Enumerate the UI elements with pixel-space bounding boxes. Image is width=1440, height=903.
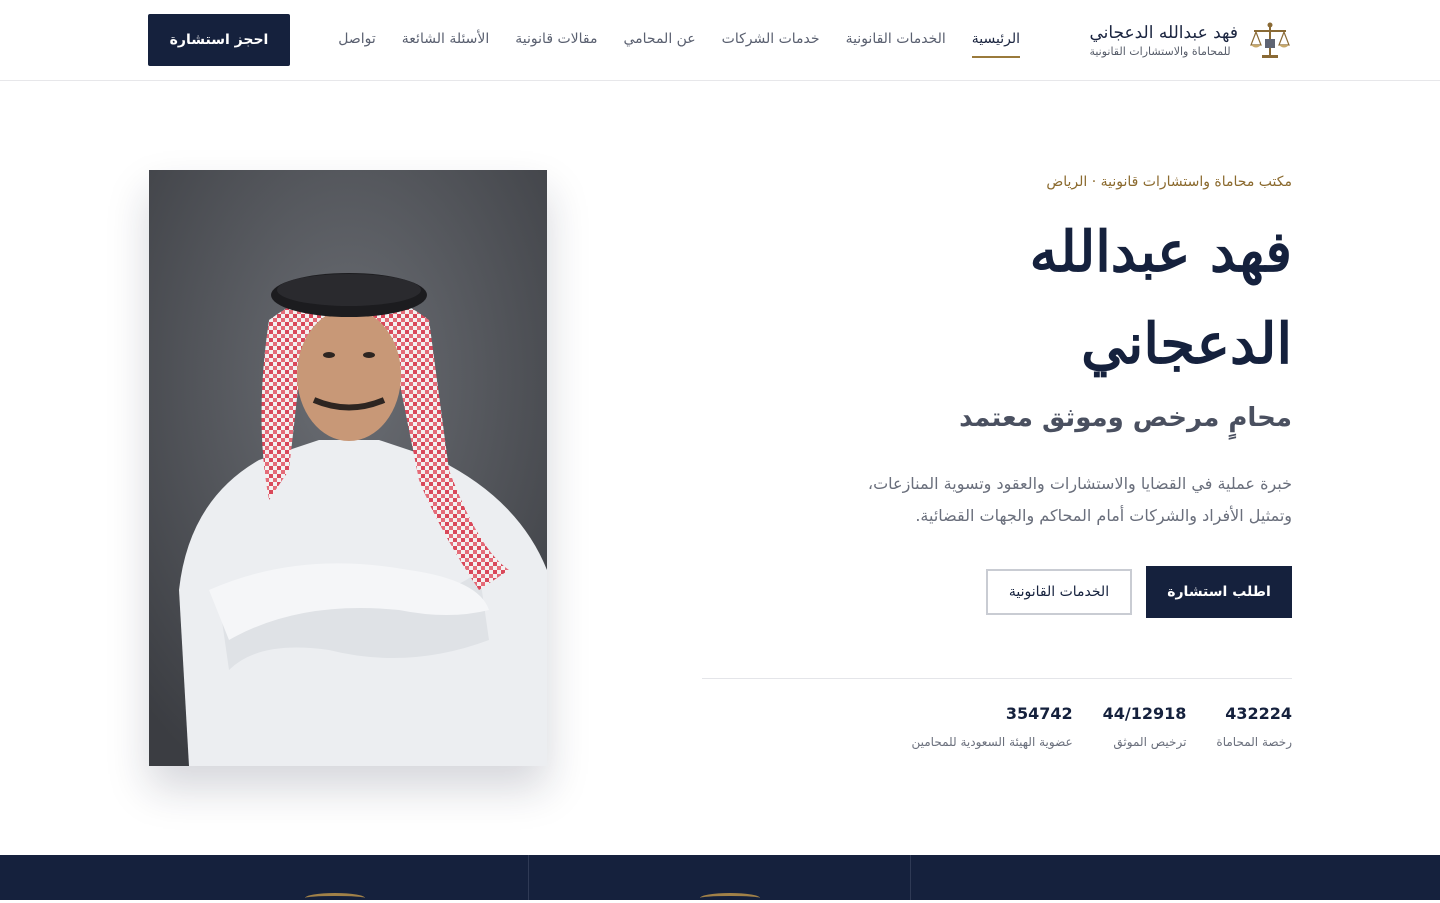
legal-services-button[interactable]: الخدمات القانونية bbox=[986, 569, 1132, 615]
band-divider bbox=[910, 855, 911, 900]
main-nav: الرئيسية الخدمات القانونية خدمات الشركات… bbox=[338, 28, 1020, 58]
band-accent bbox=[700, 893, 760, 903]
brand-subtitle: للمحاماة والاستشارات القانونية bbox=[1089, 45, 1231, 58]
site-header: فهد عبدالله الدعجاني للمحاماة والاستشارا… bbox=[0, 0, 1440, 81]
stat-label: رخصة المحاماة bbox=[1216, 735, 1292, 749]
stat-label: ترخيص الموثق bbox=[1113, 735, 1187, 749]
book-consultation-button[interactable]: احجز استشارة bbox=[148, 14, 290, 66]
stat-value: 354742 bbox=[1005, 704, 1073, 723]
band-accent bbox=[305, 893, 365, 903]
nav-item-about[interactable]: عن المحامي bbox=[623, 28, 695, 58]
stat-notary-license: 44/12918 ترخيص الموثق bbox=[1103, 700, 1187, 752]
stat-value: 432224 bbox=[1225, 704, 1292, 723]
brand-name: فهد عبدالله الدعجاني bbox=[1089, 23, 1238, 43]
stat-value: 44/12918 bbox=[1102, 704, 1187, 723]
nav-item-corporate-services[interactable]: خدمات الشركات bbox=[722, 28, 820, 58]
nav-item-contact[interactable]: تواصل bbox=[338, 28, 376, 58]
portrait-image bbox=[149, 170, 547, 766]
nav-item-faq[interactable]: الأسئلة الشائعة bbox=[402, 28, 490, 58]
stat-label: عضوية الهيئة السعودية للمحامين bbox=[911, 735, 1073, 749]
nav-item-home[interactable]: الرئيسية bbox=[971, 28, 1020, 58]
lawyer-portrait bbox=[149, 170, 547, 766]
scales-of-justice-icon bbox=[1250, 22, 1290, 58]
band-divider bbox=[528, 855, 529, 900]
hero-title: محامٍ مرخص وموثق معتمد bbox=[959, 403, 1292, 433]
hero-name-line1: فهد عبدالله bbox=[1029, 219, 1292, 285]
hero-eyebrow: مكتب محاماة واستشارات قانونية · الرياض bbox=[1046, 174, 1292, 190]
hero-name: فهد عبدالله الدعجاني bbox=[692, 206, 1292, 390]
hero-buttons: اطلب استشارة الخدمات القانونية bbox=[692, 566, 1292, 618]
hero-section: مكتب محاماة واستشارات قانونية · الرياض ف… bbox=[692, 170, 1292, 618]
brand[interactable]: فهد عبدالله الدعجاني للمحاماة والاستشارا… bbox=[1089, 16, 1292, 66]
stat-law-license: 432224 رخصة المحاماة bbox=[1216, 700, 1292, 752]
nav-item-articles[interactable]: مقالات قانونية bbox=[515, 28, 597, 58]
stats-divider bbox=[702, 678, 1292, 679]
license-stats: 432224 رخصة المحاماة 44/12918 ترخيص المو… bbox=[912, 700, 1293, 752]
hero-name-line2: الدعجاني bbox=[1081, 311, 1292, 377]
features-band bbox=[0, 855, 1440, 900]
stat-bar-membership: 354742 عضوية الهيئة السعودية للمحامين bbox=[912, 700, 1073, 752]
hero-description: خبرة عملية في القضايا والاستشارات والعقو… bbox=[867, 474, 1292, 525]
request-consultation-button[interactable]: اطلب استشارة bbox=[1146, 566, 1292, 618]
nav-item-legal-services[interactable]: الخدمات القانونية bbox=[846, 28, 946, 58]
